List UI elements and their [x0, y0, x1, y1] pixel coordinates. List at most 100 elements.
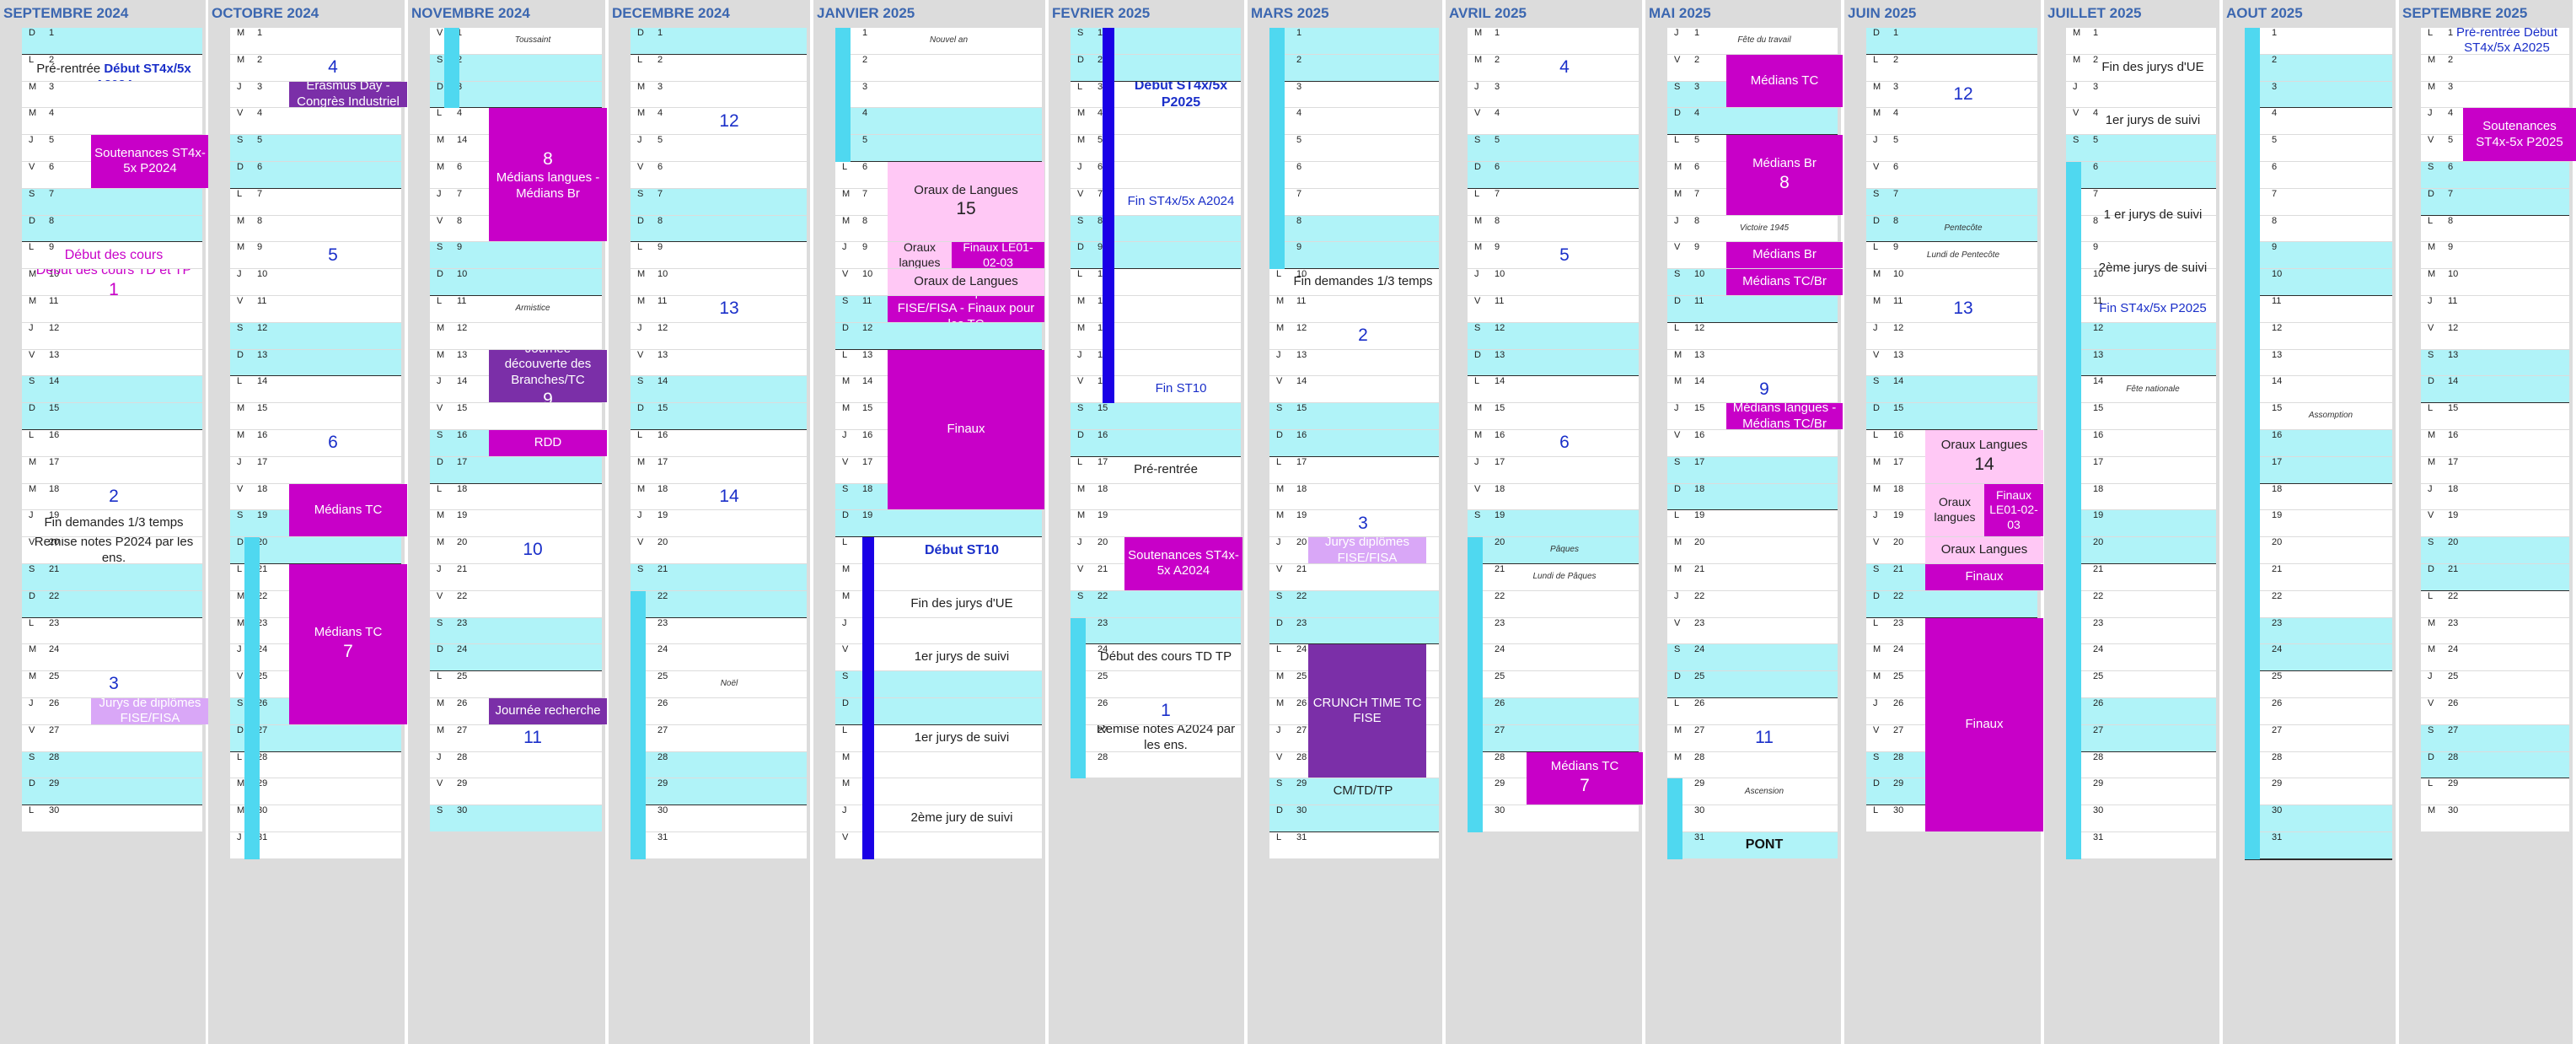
day-row: M4 — [22, 108, 202, 135]
weekday-letter: J — [237, 832, 242, 842]
week-number: 2 — [109, 486, 119, 506]
day-number: 21 — [1893, 564, 1904, 574]
oraux-langues-cell: Oraux langues — [1925, 483, 1984, 537]
day-row: S 13 — [2421, 349, 2569, 376]
weekday-letter: J — [1077, 349, 1082, 360]
day-number: 26 — [2093, 698, 2104, 708]
day-number: 16 — [657, 430, 668, 440]
week-number: 6 — [328, 433, 338, 453]
weekday-letter: S — [237, 510, 244, 521]
day-number: 17 — [1296, 456, 1307, 467]
day-number: 19 — [2272, 510, 2283, 521]
day-number: 17 — [2272, 456, 2283, 467]
weekday-letter: S — [1276, 778, 1283, 789]
weekday-letter: L — [1674, 135, 1680, 146]
day-row: L 22 — [2421, 590, 2569, 617]
day-row: J 12 — [22, 322, 202, 349]
weekday-letter: L — [237, 564, 243, 574]
weekday-letter: V — [1674, 430, 1681, 440]
prerentree-label: Pré-rentrée Début ST4x/5x A2025 — [2455, 28, 2558, 54]
weekday-letter: J — [2428, 108, 2433, 119]
week-number: 11 — [523, 728, 542, 748]
week-number: 11 — [1755, 728, 1774, 748]
day-row: J 12 — [631, 322, 807, 349]
day-number: 4 — [2272, 108, 2278, 119]
weekday-letter: D — [1474, 162, 1481, 172]
event-text: Journée découverte des Branches/TC — [504, 350, 592, 388]
day-number: 12 — [2272, 322, 2283, 333]
day-row: D8 — [22, 215, 202, 244]
weekday-letter: J — [1873, 698, 1878, 708]
weekday-letter: M — [1674, 349, 1682, 360]
weekday-letter: L — [29, 617, 35, 628]
day-number: 15 — [49, 403, 60, 414]
weekday-letter: L — [1474, 188, 1480, 199]
weekday-letter: D — [1077, 242, 1084, 253]
day-row: S 28 — [22, 751, 202, 778]
oraux-langues-cell: Oraux langues — [888, 242, 952, 269]
day-number: 4 — [1694, 108, 1700, 119]
weekday-letter: M — [1276, 698, 1285, 708]
holiday-label: Armistice — [515, 304, 550, 314]
day-row: V 26 — [2421, 698, 2569, 724]
day-row: S 14 — [631, 376, 807, 403]
day-number: 22 — [1694, 590, 1705, 601]
weekday-letter: D — [2428, 376, 2434, 387]
day-row: D10 — [2245, 269, 2392, 297]
event-label: Début des cours TD TP — [1099, 649, 1232, 665]
weekday-letter: V — [1674, 54, 1681, 65]
day-number: 26 — [2448, 698, 2459, 708]
weekday-letter: M — [1674, 564, 1682, 574]
weekday-letter: M — [842, 376, 851, 387]
weekday-letter: M — [237, 778, 245, 789]
day-number: 1 — [2093, 28, 2099, 38]
holiday-label: Assomption — [2308, 411, 2353, 421]
day-row: M20 — [2245, 537, 2392, 563]
soutenances-block: Soutenances ST4x-5x P2025 — [2463, 108, 2576, 161]
day-number: 8 — [2448, 215, 2454, 226]
day-number: 11 — [2448, 296, 2458, 306]
day-row: L 31 — [1269, 832, 1439, 858]
day-row: D1 — [1866, 28, 2037, 56]
weekday-letter: V — [1276, 751, 1283, 762]
day-number: 23 — [2448, 617, 2459, 628]
day-row: V4 — [230, 108, 401, 135]
medians-br-block: Médians Br — [1726, 242, 1843, 269]
week-number: 13 — [719, 299, 739, 319]
day-number: 15 — [1495, 403, 1505, 414]
day-number: 30 — [2448, 805, 2459, 816]
weekday-letter: S — [1873, 188, 1880, 199]
month-header: JUILLET 2025 — [2047, 5, 2142, 21]
day-number: 16 — [862, 430, 873, 440]
day-number: 28 — [1893, 751, 1904, 762]
day-number: 20 — [1694, 537, 1705, 548]
day-row: S 15 — [1071, 403, 1241, 429]
day-number: 1 — [1893, 28, 1899, 38]
weekday-letter: S — [1077, 590, 1084, 601]
weekday-letter: L — [1077, 81, 1083, 92]
day-row: L 26 — [1667, 698, 1838, 724]
day-number: 24 — [2272, 644, 2283, 655]
day-row: M16 — [2066, 430, 2216, 456]
day-number: 27 — [1893, 724, 1904, 735]
weekday-letter: D — [237, 724, 244, 735]
day-row: D 28 — [2421, 751, 2569, 780]
weekday-letter: D — [1674, 296, 1681, 306]
day-number: 2 — [2272, 54, 2278, 65]
weekday-letter: L — [1873, 54, 1879, 65]
day-number: 15 — [1097, 403, 1108, 414]
weekday-letter: D — [1873, 403, 1880, 414]
event-subtext: 1 — [109, 280, 119, 295]
weekday-letter: D — [2428, 564, 2434, 574]
weekday-letter: M — [437, 162, 445, 172]
weekday-letter: S — [1873, 751, 1880, 762]
event-label: Fin ST10 — [1155, 381, 1207, 396]
day-number: 10 — [657, 269, 668, 280]
day-row: M22 — [1468, 590, 1639, 617]
day-number: 19 — [1694, 510, 1705, 521]
weekday-letter: V — [1474, 108, 1481, 119]
day-number: 13 — [1296, 349, 1307, 360]
day-row: J 12 — [1866, 322, 2037, 349]
day-row: M 10 — [631, 269, 807, 295]
day-number: 11 — [1694, 296, 1704, 306]
